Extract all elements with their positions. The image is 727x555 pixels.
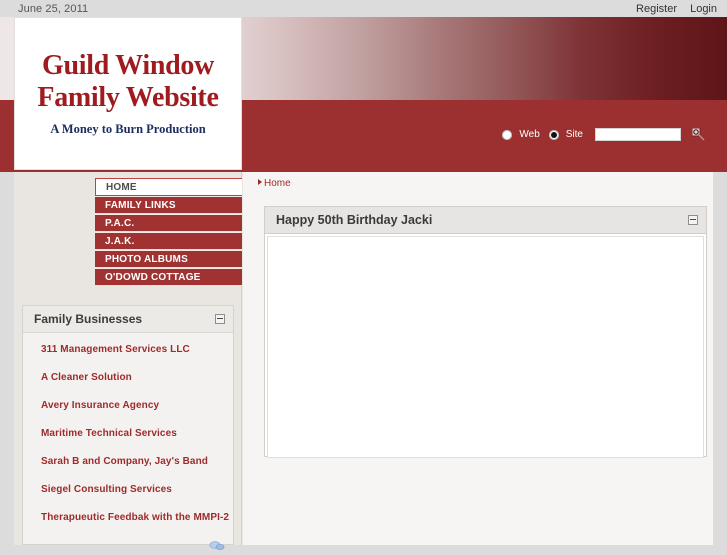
feed-icon[interactable] xyxy=(209,538,225,552)
list-item[interactable]: Sarah B and Company, Jay's Band xyxy=(41,456,233,467)
search-icon[interactable] xyxy=(691,127,705,141)
nav-item-jak[interactable]: J.A.K. xyxy=(95,232,242,250)
content-panel-body xyxy=(267,236,704,458)
search-input[interactable] xyxy=(595,128,681,141)
search-scope-web-radio[interactable] xyxy=(502,129,513,140)
list-item[interactable]: A Cleaner Solution xyxy=(41,372,233,383)
list-item[interactable]: Therapueutic Feedbak with the MMPI-2 xyxy=(41,512,233,523)
chevron-right-icon xyxy=(258,179,262,185)
nav-item-photo-albums[interactable]: PHOTO ALBUMS xyxy=(95,250,242,268)
page-body: HOME FAMILY LINKS P.A.C. J.A.K. PHOTO AL… xyxy=(14,172,713,550)
search-scope-site-label: Site xyxy=(565,129,583,140)
list-item[interactable]: Avery Insurance Agency xyxy=(41,400,233,411)
logo-line-1: Guild Window xyxy=(41,50,214,81)
main-content: Home Happy 50th Birthday Jacki xyxy=(243,172,713,545)
family-businesses-header: Family Businesses xyxy=(23,306,233,333)
top-utility-bar: June 25, 2011 Register Login xyxy=(0,0,727,17)
list-item[interactable]: 311 Management Services LLC xyxy=(41,344,233,355)
logo-tagline: A Money to Burn Production xyxy=(50,122,206,136)
auth-links: Register Login xyxy=(626,3,717,15)
site-search-form: Web Site xyxy=(502,127,705,141)
content-panel: Happy 50th Birthday Jacki xyxy=(264,206,707,458)
logo-line-2: Family Website xyxy=(37,82,219,113)
family-businesses-panel: Family Businesses 311 Management Service… xyxy=(22,305,234,550)
nav-item-pac[interactable]: P.A.C. xyxy=(95,214,242,232)
login-link[interactable]: Login xyxy=(690,3,717,15)
register-link[interactable]: Register xyxy=(636,3,677,15)
content-panel-header: Happy 50th Birthday Jacki xyxy=(265,207,706,234)
minus-icon[interactable] xyxy=(215,314,225,324)
search-scope-site-radio[interactable] xyxy=(548,129,559,140)
family-businesses-title: Family Businesses xyxy=(34,312,143,326)
breadcrumb: Home xyxy=(258,178,291,189)
nav-item-home[interactable]: HOME xyxy=(95,178,242,196)
sidebar: HOME FAMILY LINKS P.A.C. J.A.K. PHOTO AL… xyxy=(14,172,242,550)
list-item[interactable]: Maritime Technical Services xyxy=(41,428,233,439)
list-item[interactable]: Siegel Consulting Services xyxy=(41,484,233,495)
nav-item-family-links[interactable]: FAMILY LINKS xyxy=(95,196,242,214)
family-businesses-list: 311 Management Services LLC A Cleaner So… xyxy=(23,333,233,523)
page-title: Happy 50th Birthday Jacki xyxy=(276,213,433,227)
nav-item-odowd-cottage[interactable]: O'DOWD COTTAGE xyxy=(95,268,242,286)
minus-icon[interactable] xyxy=(688,215,698,225)
search-scope-web-label: Web xyxy=(519,129,540,140)
breadcrumb-item-home[interactable]: Home xyxy=(264,178,291,189)
current-date: June 25, 2011 xyxy=(18,3,89,15)
site-logo[interactable]: Guild Window Family Website A Money to B… xyxy=(14,17,242,170)
main-navigation: HOME FAMILY LINKS P.A.C. J.A.K. PHOTO AL… xyxy=(95,178,242,286)
